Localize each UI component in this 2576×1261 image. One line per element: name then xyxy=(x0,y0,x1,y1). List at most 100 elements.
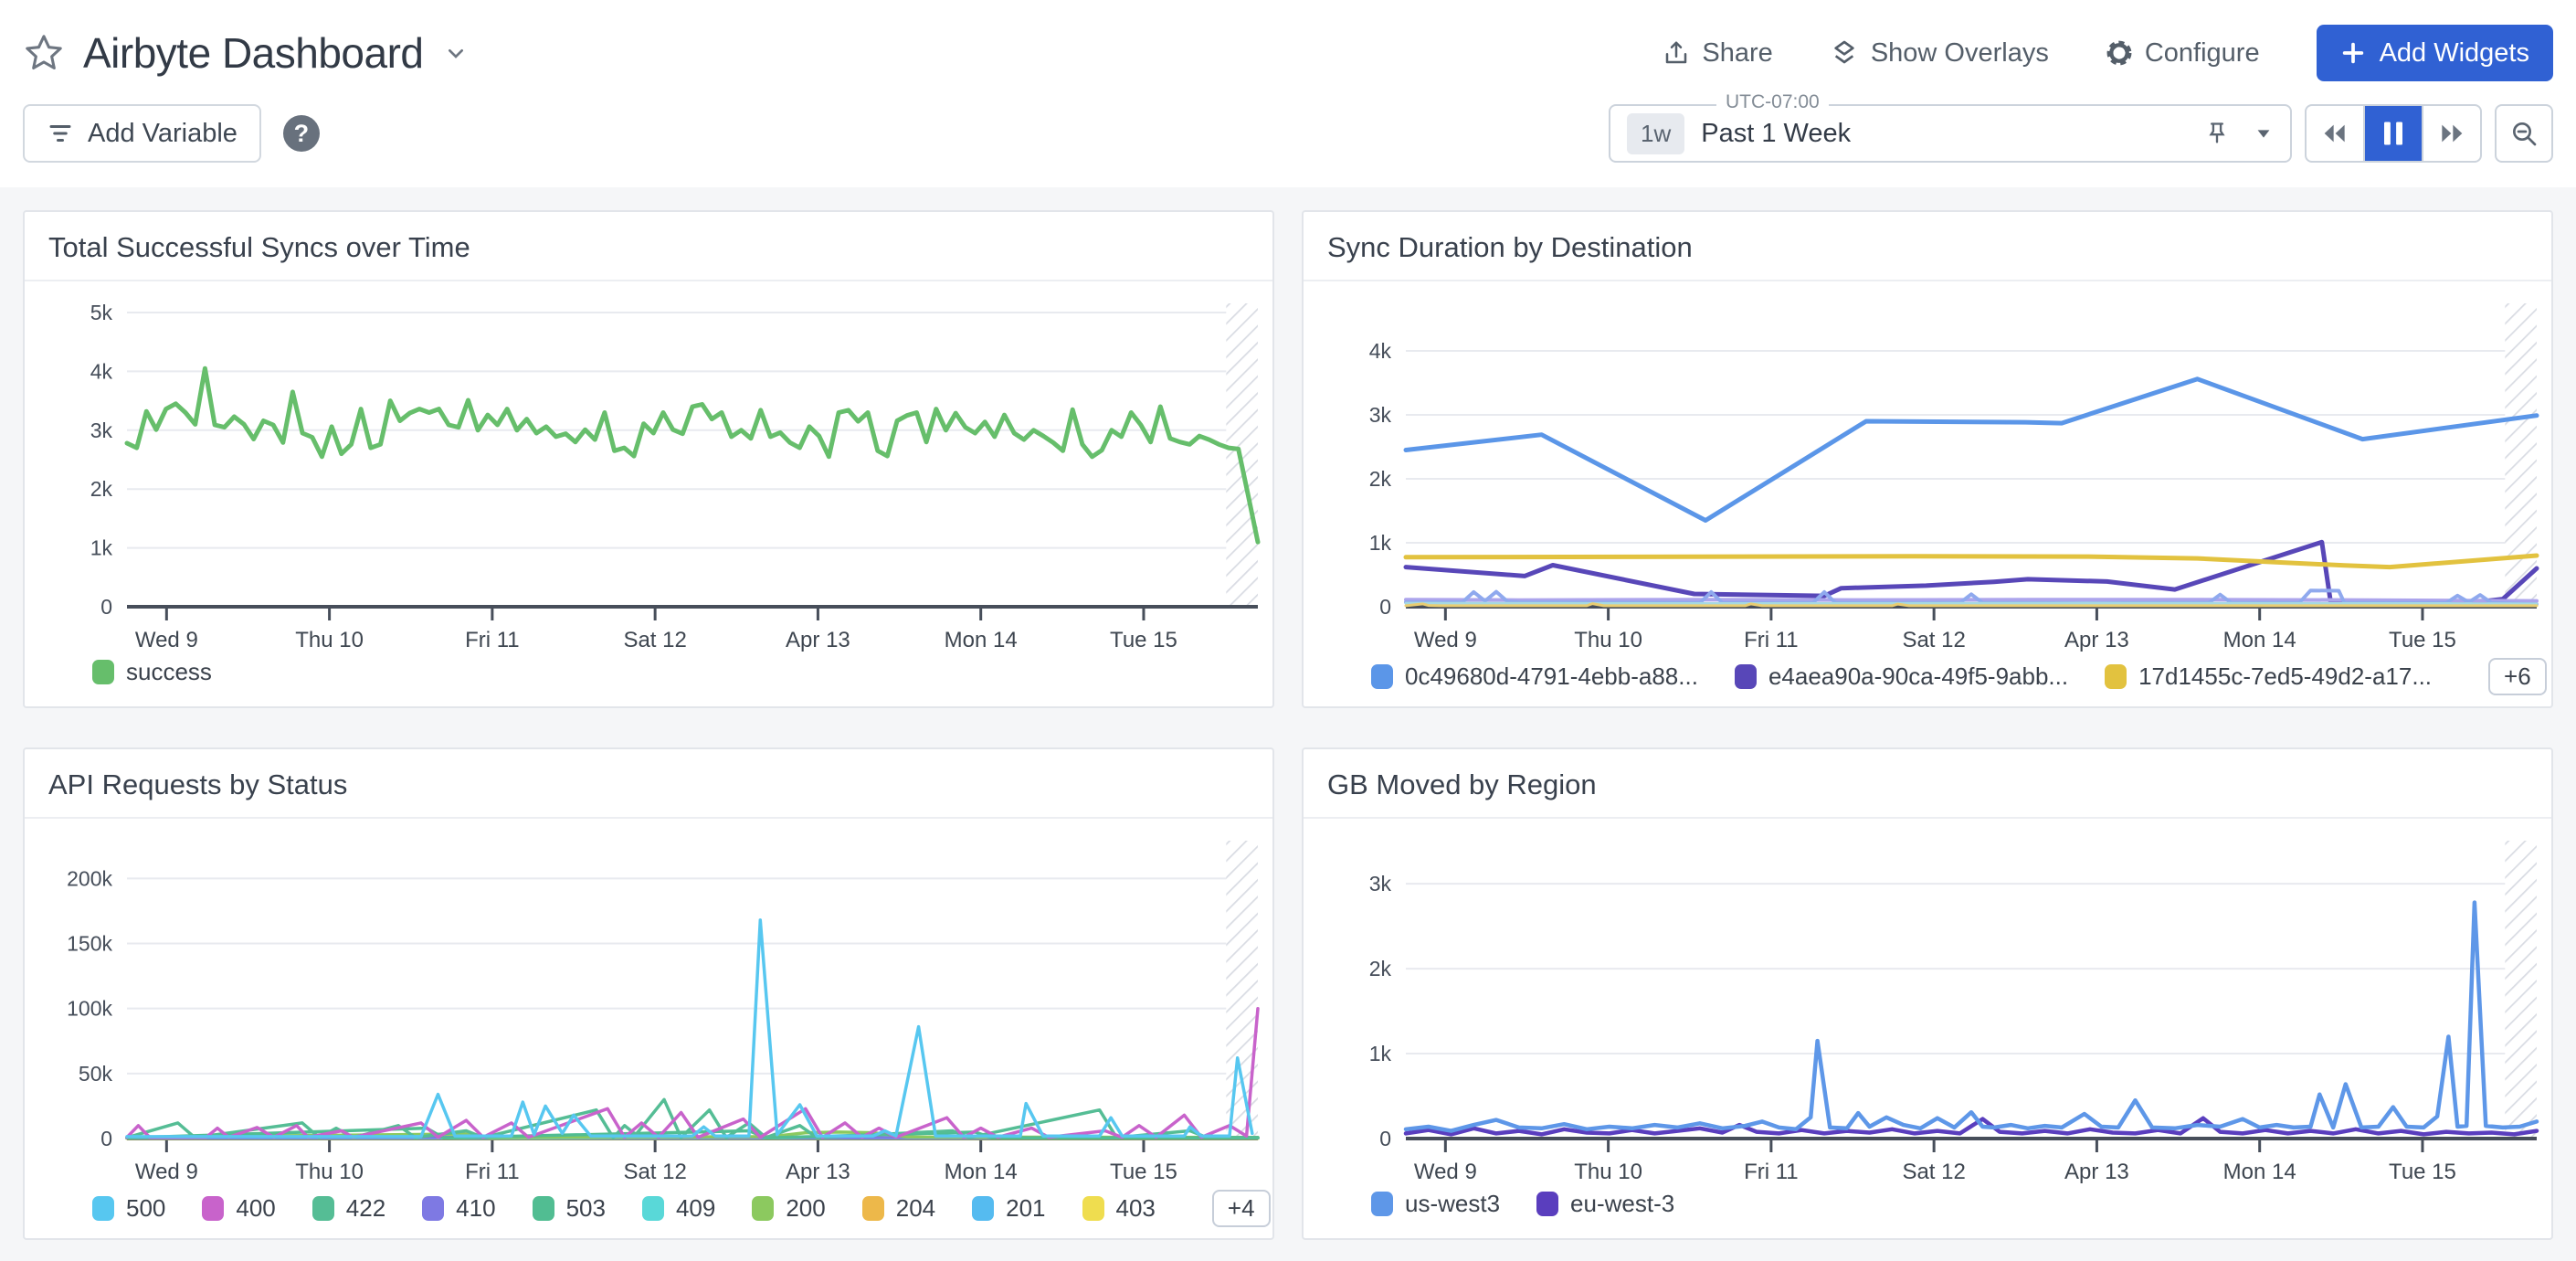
legend-swatch xyxy=(642,1196,664,1221)
svg-text:0: 0 xyxy=(1379,595,1391,619)
widget-api-requests-by-status: API Requests by Status 050k100k150k200kW… xyxy=(23,747,1274,1240)
svg-text:Sat 12: Sat 12 xyxy=(1902,628,1965,652)
rewind-button[interactable] xyxy=(2307,106,2363,161)
add-variable-button[interactable]: Add Variable xyxy=(23,104,261,163)
legend-item[interactable]: success xyxy=(92,658,212,686)
legend-swatch xyxy=(2105,664,2127,689)
help-icon[interactable]: ? xyxy=(283,115,320,152)
svg-text:150k: 150k xyxy=(67,931,112,955)
page-title: Airbyte Dashboard xyxy=(83,28,423,78)
time-range-shortcut[interactable]: 1w xyxy=(1627,113,1684,154)
widget-total-successful-syncs: Total Successful Syncs over Time 01k2k3k… xyxy=(23,210,1274,708)
widget-grid: Total Successful Syncs over Time 0 1k 2k 3k… xyxy=(0,187,2576,1240)
legend-item[interactable]: 17d1455c-7ed5-49d2-a17... xyxy=(2105,662,2432,691)
legend-item[interactable]: 201 xyxy=(972,1194,1045,1223)
legend-item[interactable]: us-west3 xyxy=(1371,1190,1500,1218)
legend-label: 409 xyxy=(676,1194,715,1223)
legend-swatch xyxy=(422,1196,444,1221)
svg-text:1k: 1k xyxy=(90,536,113,560)
svg-text:Thu 10: Thu 10 xyxy=(1574,1160,1642,1184)
legend-more-badge[interactable]: +6 xyxy=(2488,658,2547,695)
svg-text:200k: 200k xyxy=(67,866,112,890)
fast-forward-button[interactable] xyxy=(2422,106,2480,161)
add-widgets-label: Add Widgets xyxy=(2380,38,2529,69)
legend-label: success xyxy=(126,658,212,686)
legend-label: eu-west-3 xyxy=(1570,1190,1674,1218)
legend-item[interactable]: 400 xyxy=(202,1194,275,1223)
legend-label: 500 xyxy=(126,1194,165,1223)
add-variable-label: Add Variable xyxy=(88,119,238,149)
widget-gb-moved-by-region: GB Moved by Region 01k2k3kWed 9Thu 10Fri… xyxy=(1302,747,2553,1240)
legend-gb-moved-by-region: us-west3 eu-west-3 xyxy=(1304,1190,2551,1218)
legend-item[interactable]: 200 xyxy=(752,1194,825,1223)
svg-text:Wed 9: Wed 9 xyxy=(1414,1160,1477,1184)
dashboard-header: Airbyte Dashboard Share xyxy=(0,0,2576,187)
svg-text:Wed 9: Wed 9 xyxy=(1414,628,1477,652)
svg-text:Mon 14: Mon 14 xyxy=(2223,628,2296,652)
svg-text:Apr 13: Apr 13 xyxy=(2064,628,2129,652)
legend-sync-duration-by-destination: 0c49680d-4791-4ebb-a88... e4aea90a-90ca-4… xyxy=(1304,658,2551,695)
legend-item[interactable]: 409 xyxy=(642,1194,715,1223)
legend-more-badge[interactable]: +4 xyxy=(1212,1190,1271,1227)
legend-item[interactable]: 503 xyxy=(533,1194,606,1223)
svg-text:Fri 11: Fri 11 xyxy=(1744,628,1799,652)
legend-item[interactable]: e4aea90a-90ca-49f5-9abb... xyxy=(1735,662,2068,691)
legend-item[interactable]: 422 xyxy=(312,1194,385,1223)
legend-swatch xyxy=(1371,664,1393,689)
share-label: Share xyxy=(1702,38,1772,69)
add-widgets-button[interactable]: Add Widgets xyxy=(2317,25,2553,81)
pause-button[interactable] xyxy=(2363,106,2422,161)
legend-swatch xyxy=(92,660,114,684)
legend-label: 0c49680d-4791-4ebb-a88... xyxy=(1405,662,1698,691)
time-range-picker[interactable]: UTC-07:00 1w Past 1 Week xyxy=(1609,104,2292,163)
legend-label: 204 xyxy=(896,1194,935,1223)
zoom-out-icon xyxy=(2509,119,2539,148)
svg-text:Sat 12: Sat 12 xyxy=(623,628,686,652)
variable-toolbar: Add Variable ? xyxy=(23,104,320,163)
title-chevron-down-icon[interactable] xyxy=(441,38,470,68)
legend-swatch xyxy=(533,1196,554,1221)
svg-text:Mon 14: Mon 14 xyxy=(945,628,1018,652)
share-icon xyxy=(1663,39,1690,67)
filter-icon xyxy=(47,120,74,147)
time-range-label: Past 1 Week xyxy=(1701,119,1851,149)
header-actions: Share Show Overlays Configure xyxy=(1663,25,2553,81)
svg-text:Thu 10: Thu 10 xyxy=(295,628,364,652)
widget-title: GB Moved by Region xyxy=(1304,749,2551,819)
svg-text:2k: 2k xyxy=(1369,957,1392,980)
svg-text:0: 0 xyxy=(100,595,112,619)
svg-text:2k: 2k xyxy=(90,477,113,501)
favorite-star-icon[interactable] xyxy=(23,32,65,74)
time-range-caret-icon[interactable] xyxy=(2254,123,2274,143)
svg-text:Fri 11: Fri 11 xyxy=(465,1160,520,1184)
legend-swatch xyxy=(752,1196,774,1221)
legend-label: 17d1455c-7ed5-49d2-a17... xyxy=(2138,662,2432,691)
pin-icon[interactable] xyxy=(2204,121,2230,146)
legend-item[interactable]: 500 xyxy=(92,1194,165,1223)
legend-item[interactable]: 410 xyxy=(422,1194,495,1223)
svg-text:Wed 9: Wed 9 xyxy=(135,1160,198,1184)
show-overlays-button[interactable]: Show Overlays xyxy=(1830,38,2049,69)
configure-button[interactable]: Configure xyxy=(2106,38,2260,69)
svg-text:Apr 13: Apr 13 xyxy=(2064,1160,2129,1184)
svg-text:3k: 3k xyxy=(1369,872,1392,895)
zoom-out-button[interactable] xyxy=(2495,104,2553,163)
title-group: Airbyte Dashboard xyxy=(23,28,470,78)
legend-swatch xyxy=(862,1196,884,1221)
legend-label: e4aea90a-90ca-49f5-9abb... xyxy=(1768,662,2068,691)
legend-item[interactable]: eu-west-3 xyxy=(1536,1190,1674,1218)
widget-title: Total Successful Syncs over Time xyxy=(25,212,1272,281)
legend-swatch xyxy=(1082,1196,1104,1221)
svg-text:3k: 3k xyxy=(1369,403,1392,427)
svg-text:Tue 15: Tue 15 xyxy=(1110,1160,1177,1184)
legend-item[interactable]: 403 xyxy=(1082,1194,1156,1223)
svg-text:Mon 14: Mon 14 xyxy=(2223,1160,2296,1184)
legend-api-requests-by-status: 500 400 422 410 503 409 200 204 201 403 +4 xyxy=(25,1190,1272,1227)
svg-text:1k: 1k xyxy=(1369,1042,1392,1065)
svg-text:Fri 11: Fri 11 xyxy=(465,628,520,652)
legend-item[interactable]: 0c49680d-4791-4ebb-a88... xyxy=(1371,662,1698,691)
legend-item[interactable]: 204 xyxy=(862,1194,935,1223)
widget-title: Sync Duration by Destination xyxy=(1304,212,2551,281)
plus-icon xyxy=(2340,40,2366,66)
share-button[interactable]: Share xyxy=(1663,38,1772,69)
